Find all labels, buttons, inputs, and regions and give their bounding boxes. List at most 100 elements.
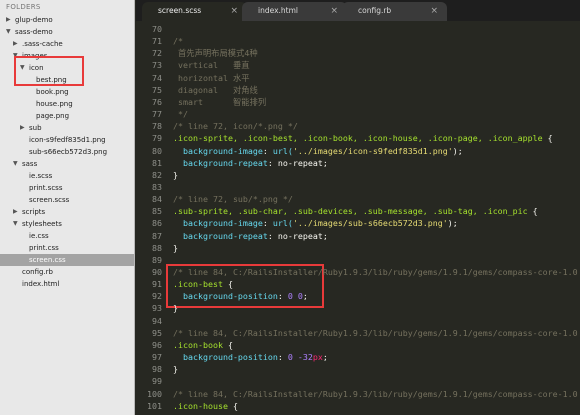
- line-number: 76: [152, 96, 162, 107]
- code-line[interactable]: /*: [173, 35, 183, 47]
- code-token: }: [173, 303, 178, 314]
- code-line[interactable]: diagonal 对角线: [173, 84, 258, 96]
- code-line[interactable]: /* line 84, C:/RailsInstaller/Ruby1.9.3/…: [173, 388, 578, 400]
- code-line[interactable]: smart 智能排列: [173, 96, 266, 108]
- file-item[interactable]: ie.css: [0, 230, 134, 242]
- disclosure-closed-icon[interactable]: ▶: [6, 14, 11, 26]
- code-line[interactable]: .icon-sprite, .icon-best, .icon-book, .i…: [173, 132, 553, 144]
- sidebar: FOLDERS ▶ glup-demo ▼ sass-demo ▶ .sass-cache…: [0, 0, 135, 415]
- code-line[interactable]: .icon-book {: [173, 339, 233, 351]
- file-item[interactable]: config.rb: [0, 266, 134, 278]
- line-number: 84: [152, 194, 162, 205]
- code-line[interactable]: }: [173, 169, 178, 181]
- code-line[interactable]: horizontal 水平: [173, 72, 250, 84]
- line-number: 72: [152, 48, 162, 59]
- file-item[interactable]: icon-s9fedf835d1.png: [0, 134, 134, 146]
- code-line[interactable]: }: [173, 302, 178, 314]
- line-number: 87: [152, 230, 162, 241]
- disclosure-closed-icon[interactable]: ▶: [13, 38, 18, 50]
- code-token: background-position: [173, 352, 278, 363]
- code-line[interactable]: /* line 84, C:/RailsInstaller/Ruby1.9.3/…: [173, 327, 578, 339]
- folder-item[interactable]: ▼ images: [0, 50, 134, 62]
- code-line[interactable]: .icon-house {: [173, 400, 238, 412]
- code-token: /* line 72, sub/*.png */: [173, 194, 293, 205]
- file-item[interactable]: screen.scss: [0, 194, 134, 206]
- code-token: ;: [302, 291, 308, 302]
- file-item[interactable]: sub-s66ecb572d3.png: [0, 146, 134, 158]
- code-line[interactable]: 首先声明布局模式4种: [173, 47, 258, 59]
- disclosure-open-icon[interactable]: ▼: [20, 62, 25, 74]
- code-line[interactable]: background-image: url('../images/sub-s66…: [173, 217, 458, 229]
- file-item[interactable]: screen.css: [0, 254, 134, 266]
- code-line[interactable]: background-repeat: no-repeat;: [173, 230, 328, 242]
- file-item[interactable]: ie.scss: [0, 170, 134, 182]
- code-line[interactable]: .icon-best {: [173, 278, 233, 290]
- code-line[interactable]: background-position: 0 0;: [173, 290, 308, 302]
- close-icon[interactable]: ×: [330, 2, 338, 20]
- code-token: :: [277, 291, 288, 302]
- code-line[interactable]: */: [173, 108, 188, 120]
- tree-item-label: screen.css: [29, 256, 66, 264]
- line-number: 85: [152, 206, 162, 217]
- code-token: :: [262, 145, 273, 156]
- code-token: '../images/sub-s66ecb572d3.png': [292, 218, 448, 229]
- tree-item-label: sass: [22, 160, 38, 168]
- disclosure-open-icon[interactable]: ▼: [13, 158, 18, 170]
- tree-item-label: config.rb: [22, 268, 53, 276]
- code-token: 首先声明布局模式4种: [173, 48, 258, 59]
- code-line[interactable]: background-repeat: no-repeat;: [173, 157, 328, 169]
- folder-item[interactable]: ▼ sass-demo: [0, 26, 134, 38]
- folder-item[interactable]: ▶ .sass-cache: [0, 38, 134, 50]
- code-line[interactable]: vertical 垂直: [173, 59, 250, 71]
- folder-item[interactable]: ▼ stylesheets: [0, 218, 134, 230]
- file-item[interactable]: book.png: [0, 86, 134, 98]
- tab-config-rb[interactable]: config.rb ×: [342, 2, 447, 21]
- code-line[interactable]: /* line 84, C:/RailsInstaller/Ruby1.9.3/…: [173, 266, 578, 278]
- file-item[interactable]: print.css: [0, 242, 134, 254]
- folder-item[interactable]: ▶ glup-demo: [0, 14, 134, 26]
- file-item[interactable]: house.png: [0, 98, 134, 110]
- tab-label: screen.scss: [158, 6, 202, 15]
- code-line[interactable]: /* line 72, sub/*.png */: [173, 193, 293, 205]
- line-number: 97: [152, 352, 162, 363]
- close-icon[interactable]: ×: [230, 2, 238, 20]
- code-token: /* line 84, C:/RailsInstaller/Ruby1.9.3/…: [173, 327, 578, 338]
- code-editor[interactable]: 70 71 /* 72 首先声明布局模式4种 73 vertical 垂直 74 hori…: [136, 21, 580, 415]
- code-line[interactable]: }: [173, 363, 178, 375]
- folder-item[interactable]: ▼ icon: [0, 62, 134, 74]
- code-token: background-repeat: [173, 157, 268, 168]
- tree-item-label: ie.scss: [29, 172, 53, 180]
- tab-bar: screen.scss × index.html × config.rb ×: [136, 0, 580, 21]
- code-token: );: [447, 218, 458, 229]
- line-number: 101: [147, 400, 162, 411]
- tree-item-label: house.png: [36, 100, 73, 108]
- file-item[interactable]: index.html: [0, 278, 134, 290]
- tab-screen-scss[interactable]: screen.scss ×: [142, 2, 247, 21]
- code-line[interactable]: }: [173, 242, 178, 254]
- tab-index-html[interactable]: index.html ×: [242, 2, 347, 21]
- close-icon[interactable]: ×: [430, 2, 438, 20]
- file-item[interactable]: page.png: [0, 110, 134, 122]
- folder-item[interactable]: ▶ sub: [0, 122, 134, 134]
- folder-item[interactable]: ▶ scripts: [0, 206, 134, 218]
- line-number: 80: [152, 145, 162, 156]
- code-line[interactable]: background-position: 0 -32px;: [173, 351, 328, 363]
- folder-item[interactable]: ▼ sass: [0, 158, 134, 170]
- code-line[interactable]: /* line 72, icon/*.png */: [173, 120, 298, 132]
- disclosure-open-icon[interactable]: ▼: [13, 218, 18, 230]
- file-item[interactable]: print.scss: [0, 182, 134, 194]
- file-item[interactable]: best.png: [0, 74, 134, 86]
- code-token: .icon-house: [173, 400, 228, 411]
- disclosure-closed-icon[interactable]: ▶: [13, 206, 18, 218]
- disclosure-open-icon[interactable]: ▼: [13, 50, 18, 62]
- tree-item-label: sub: [29, 124, 42, 132]
- line-number: 78: [152, 121, 162, 132]
- disclosure-open-icon[interactable]: ▼: [6, 26, 11, 38]
- code-token: }: [173, 364, 178, 375]
- line-number: 93: [152, 303, 162, 314]
- code-line[interactable]: .sub-sprite, .sub-char, .sub-devices, .s…: [173, 205, 538, 217]
- code-line[interactable]: background-image: url('../images/icon-s9…: [173, 145, 463, 157]
- tree-item-label: book.png: [36, 88, 69, 96]
- code-token: background-image: [173, 218, 263, 229]
- disclosure-closed-icon[interactable]: ▶: [20, 122, 25, 134]
